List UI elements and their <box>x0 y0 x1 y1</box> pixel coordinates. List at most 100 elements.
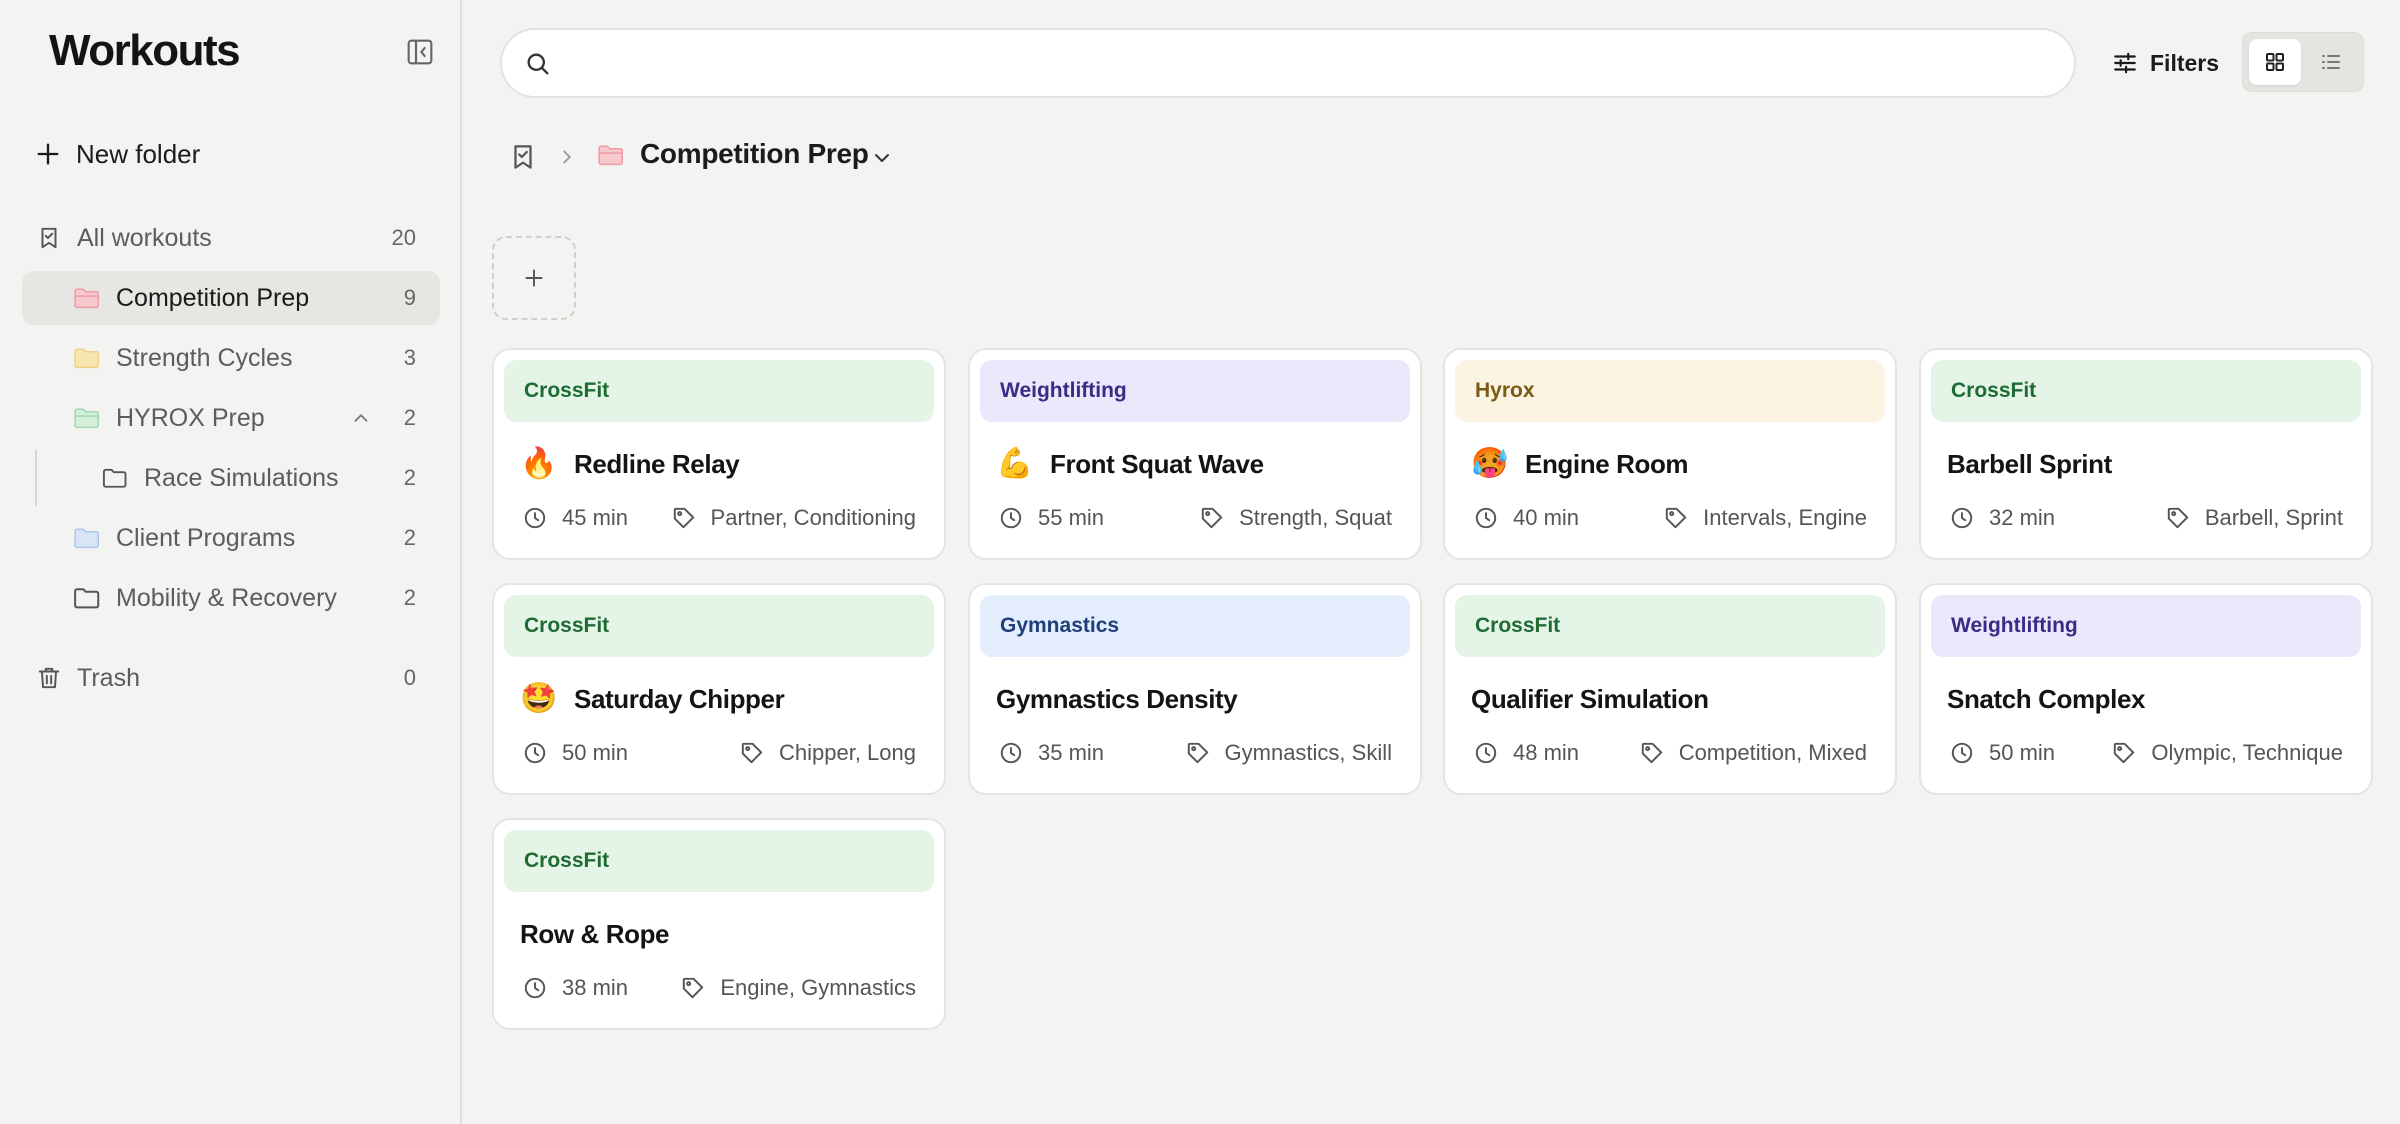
duration: 50 min <box>522 740 628 766</box>
tags: Competition, Mixed <box>1639 740 1867 766</box>
list-view-button[interactable] <box>2305 39 2357 85</box>
search-input[interactable] <box>566 42 2046 86</box>
sidebar-item-client-programs[interactable]: Client Programs 2 <box>22 511 440 565</box>
tag-icon <box>1641 742 1662 764</box>
filters-label: Filters <box>2150 49 2220 76</box>
new-folder-button[interactable]: New folder <box>34 132 200 176</box>
tag-icon <box>673 507 694 529</box>
workout-card[interactable]: CrossFit Barbell Sprint 32 min Barbell, Spr… <box>1919 348 2373 560</box>
workout-title-row: Qualifier Simulation <box>1471 679 1709 719</box>
sidebar-item-competition-prep[interactable]: Competition Prep 9 <box>22 271 440 325</box>
sidebar-item-count: 9 <box>403 285 416 310</box>
tag-icon <box>2114 742 2135 764</box>
workout-card[interactable]: Weightlifting Snatch Complex 50 min Olympic… <box>1919 583 2373 795</box>
clock-icon <box>524 507 546 529</box>
tags: Olympic, Technique <box>2111 740 2343 766</box>
workout-meta: 55 min Strength, Squat <box>998 502 1392 534</box>
workout-title: Engine Room <box>1525 448 1689 479</box>
workout-title-row: Snatch Complex <box>1947 679 2146 719</box>
collapse-sidebar-button[interactable] <box>404 36 436 68</box>
workout-meta: 50 min Olympic, Technique <box>1949 737 2343 769</box>
duration-value: 32 min <box>1989 505 2056 530</box>
sidebar-item-race-simulations[interactable]: Race Simulations 2 <box>22 451 440 505</box>
workout-emoji: 💪 <box>996 447 1034 480</box>
search-bar[interactable] <box>500 28 2076 98</box>
app-title: Workouts <box>49 26 241 75</box>
breadcrumb-root[interactable] <box>508 142 538 172</box>
duration-value: 48 min <box>1513 740 1580 765</box>
sidebar-item-mobility-recovery[interactable]: Mobility & Recovery 2 <box>22 571 440 625</box>
chevron-right-icon <box>556 146 578 168</box>
sidebar-item-hyrox-prep[interactable]: HYROX Prep 2 <box>22 391 440 445</box>
workout-card[interactable]: Gymnastics Gymnastics Density 35 min Gymnas… <box>968 583 1422 795</box>
tags-value: Gymnastics, Skill <box>1224 740 1392 765</box>
tags-value: Barbell, Sprint <box>2204 505 2343 530</box>
tags: Gymnastics, Skill <box>1185 740 1392 766</box>
tags-value: Intervals, Engine <box>1703 505 1867 530</box>
workout-meta: 50 min Chipper, Long <box>522 737 916 769</box>
workout-emoji: 🤩 <box>520 682 558 715</box>
sidebar-item-trash[interactable]: Trash 0 <box>22 651 440 705</box>
duration-value: 50 min <box>562 740 629 765</box>
filters-button[interactable]: Filters <box>2112 44 2219 82</box>
workout-card[interactable]: CrossFit Row & Rope 38 min Engine, Gymnasti… <box>492 818 946 1030</box>
category-badge: CrossFit <box>504 360 934 422</box>
workout-meta: 40 min Intervals, Engine <box>1473 502 1867 534</box>
tags: Intervals, Engine <box>1663 505 1867 531</box>
duration: 50 min <box>1949 740 2055 766</box>
duration-value: 55 min <box>1038 505 1105 530</box>
workout-title: Saturday Chipper <box>574 683 785 714</box>
duration: 55 min <box>998 505 1104 531</box>
tag-icon <box>1665 507 1687 529</box>
category-badge: CrossFit <box>1931 360 2361 422</box>
workout-card[interactable]: CrossFit 🤩 Saturday Chipper 50 min Chipper, … <box>492 583 946 795</box>
page-title[interactable]: Competition Prep <box>640 138 869 170</box>
sidebar-item-label: Race Simulations <box>144 463 339 492</box>
workout-card[interactable]: CrossFit 🔥 Redline Relay 45 min Partner, Con… <box>492 348 946 560</box>
sidebar-item-label: Trash <box>77 663 140 692</box>
tags-value: Competition, Mixed <box>1678 740 1867 765</box>
sidebar-item-label: HYROX Prep <box>116 403 265 432</box>
workout-title: Redline Relay <box>574 448 740 479</box>
tag-icon <box>683 977 704 999</box>
duration: 45 min <box>522 505 628 531</box>
sidebar-item-count: 3 <box>403 345 416 370</box>
sidebar-item-label: Client Programs <box>116 523 296 552</box>
plus-icon <box>525 269 543 287</box>
workout-card[interactable]: CrossFit Qualifier Simulation 48 min Compet… <box>1443 583 1897 795</box>
clock-icon <box>1951 742 1973 764</box>
category-badge: Gymnastics <box>980 595 1410 657</box>
duration-value: 40 min <box>1513 505 1580 530</box>
chevron-up-icon[interactable] <box>350 407 372 429</box>
sidebar-item-count: 2 <box>403 585 416 610</box>
tags-value: Olympic, Technique <box>2151 740 2343 765</box>
workout-title-row: 💪 Front Squat Wave <box>996 444 1264 484</box>
tags-value: Chipper, Long <box>779 740 916 765</box>
workout-card[interactable]: Hyrox 🥵 Engine Room 40 min Intervals, Engine <box>1443 348 1897 560</box>
clock-icon <box>524 977 546 999</box>
category-badge: CrossFit <box>504 830 934 892</box>
workout-card[interactable]: Weightlifting 💪 Front Squat Wave 55 min Stre… <box>968 348 1422 560</box>
plus-icon <box>37 143 59 165</box>
sliders-icon <box>2114 52 2136 74</box>
bookmark-check-icon <box>34 223 64 253</box>
tags: Barbell, Sprint <box>2165 505 2343 531</box>
sidebar-item-all-workouts[interactable]: All workouts 20 <box>22 211 440 265</box>
duration: 35 min <box>998 740 1104 766</box>
workout-title-row: Row & Rope <box>520 914 670 954</box>
grid-view-button[interactable] <box>2249 39 2301 85</box>
workout-meta: 32 min Barbell, Sprint <box>1949 502 2343 534</box>
add-workout-button[interactable] <box>492 236 576 320</box>
tags-value: Strength, Squat <box>1239 505 1392 530</box>
sidebar-item-label: Strength Cycles <box>116 343 293 372</box>
sidebar-item-label: All workouts <box>77 223 212 252</box>
chevron-down-icon[interactable] <box>870 146 894 170</box>
workout-meta: 48 min Competition, Mixed <box>1473 737 1867 769</box>
workout-meta: 38 min Engine, Gymnastics <box>522 972 916 1004</box>
duration: 48 min <box>1473 740 1579 766</box>
tags: Partner, Conditioning <box>671 505 916 531</box>
sidebar: Workouts New folder All workouts 20 Comp… <box>0 0 462 1124</box>
workout-title: Snatch Complex <box>1947 683 2146 714</box>
workout-title: Gymnastics Density <box>996 683 1238 714</box>
sidebar-item-strength-cycles[interactable]: Strength Cycles 3 <box>22 331 440 385</box>
